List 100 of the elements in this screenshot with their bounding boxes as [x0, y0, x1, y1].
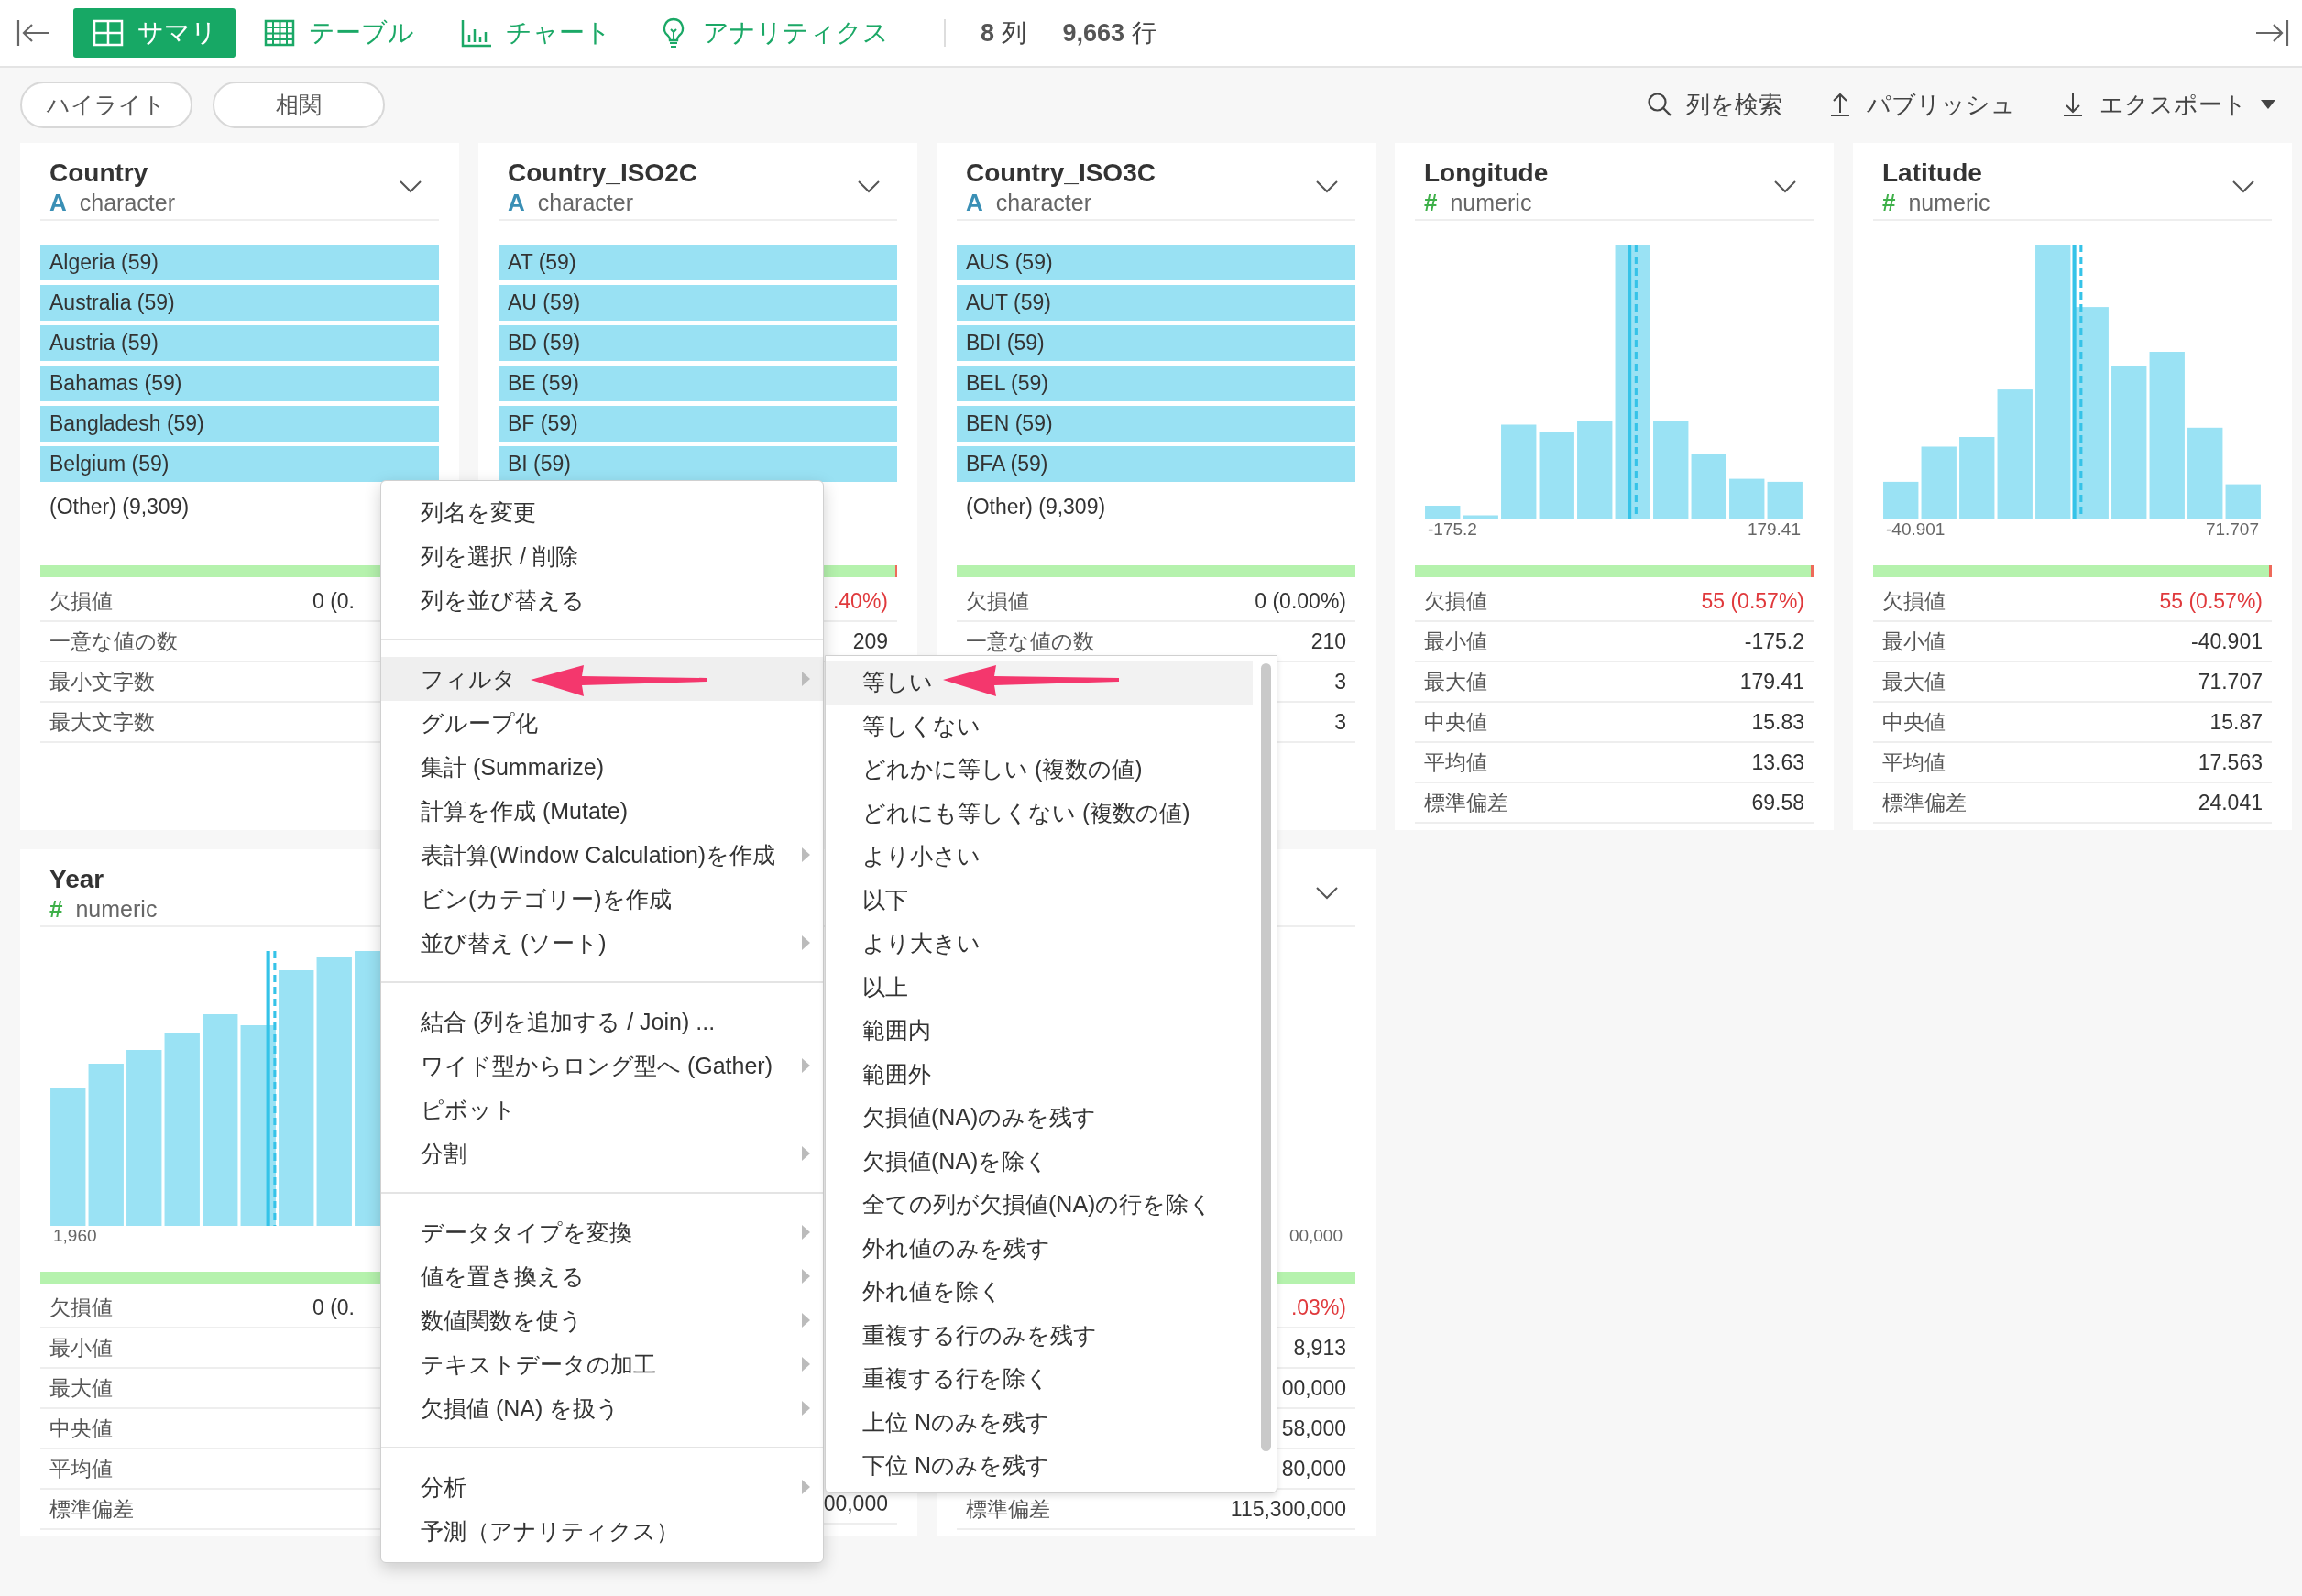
- menu-item[interactable]: 数値関数を使う: [381, 1298, 823, 1342]
- stat-value: 3: [1334, 709, 1346, 735]
- stat-label: 中央値: [49, 1415, 113, 1442]
- stat-label: 欠損値: [49, 1294, 113, 1321]
- category-bar: BEL (59): [957, 366, 1355, 401]
- menu-item[interactable]: 分析: [381, 1465, 823, 1509]
- menu-item[interactable]: 範囲内: [826, 1009, 1253, 1053]
- menu-item[interactable]: 列を並び替える: [381, 578, 823, 622]
- menu-item[interactable]: 外れ値のみを残す: [826, 1226, 1253, 1270]
- type-icon: #: [49, 895, 63, 923]
- category-bar: BFA (59): [957, 446, 1355, 482]
- menu-item[interactable]: グループ化: [381, 701, 823, 745]
- toolbar-button[interactable]: エクスポート: [2054, 87, 2282, 122]
- histogram-bar: [1425, 506, 1461, 519]
- menu-item[interactable]: 等しい: [826, 661, 1253, 705]
- stat-label: 最小値: [49, 1334, 113, 1361]
- menu-item[interactable]: 計算を作成 (Mutate): [381, 789, 823, 833]
- chevron-down-icon[interactable]: [1315, 886, 1339, 901]
- category-bar: Australia (59): [40, 285, 439, 321]
- histogram-bar: [2225, 484, 2261, 519]
- menu-item[interactable]: 予測（アナリティクス）: [381, 1509, 823, 1553]
- chevron-down-icon[interactable]: [399, 180, 422, 194]
- histogram-bar: [1463, 515, 1498, 519]
- stat-label: 最小値: [1882, 628, 1946, 655]
- axis-label: -40.901: [1886, 519, 1946, 541]
- stat-value: 8,913: [1293, 1335, 1346, 1361]
- stat-value: 210: [1310, 629, 1346, 654]
- menu-item[interactable]: より小さい: [826, 835, 1253, 879]
- filter-pill[interactable]: 相関: [213, 81, 385, 128]
- menu-item[interactable]: 重複する行を除く: [826, 1357, 1253, 1401]
- menu-item[interactable]: 欠損値(NA)を除く: [826, 1139, 1253, 1183]
- menu-item[interactable]: データタイプを変換: [381, 1210, 823, 1254]
- menu-item[interactable]: 集計 (Summarize): [381, 745, 823, 789]
- stat-value: 24.041: [2198, 790, 2263, 815]
- menu-item[interactable]: ビン(カテゴリー)を作成: [381, 877, 823, 921]
- stat-value: .40%): [832, 588, 888, 614]
- menu-item[interactable]: 重複する行のみを残す: [826, 1313, 1253, 1357]
- axis-label: 00,000: [1288, 1226, 1343, 1247]
- menu-item[interactable]: 結合 (列を追加する / Join) ...: [381, 1000, 823, 1044]
- menu-item[interactable]: ピボット: [381, 1088, 823, 1131]
- category-bar: AUS (59): [957, 245, 1355, 280]
- stat-value: 55 (0.57%): [2159, 588, 2263, 614]
- chevron-down-icon[interactable]: [2231, 180, 2255, 194]
- stat-value: -40.901: [2191, 629, 2263, 654]
- chevron-down-icon[interactable]: [1315, 180, 1339, 194]
- histogram-bar: [1691, 454, 1726, 519]
- histogram-bar: [1767, 481, 1803, 519]
- chevron-down-icon[interactable]: [1773, 180, 1797, 194]
- stat-value: 00,000: [823, 1491, 888, 1516]
- column-name: Latitude: [1882, 158, 1983, 189]
- menu-item[interactable]: 値を置き換える: [381, 1254, 823, 1298]
- type-icon: A: [49, 189, 67, 216]
- menu-item[interactable]: どれかに等しい (複数の値): [826, 748, 1253, 792]
- column-name: Country: [49, 158, 149, 189]
- menu-item[interactable]: テキストデータの加工: [381, 1342, 823, 1386]
- stat-value: 69.58: [1751, 790, 1804, 815]
- filter-pill[interactable]: ハイライト: [20, 81, 192, 128]
- menu-item[interactable]: 以下: [826, 878, 1253, 922]
- column-type: character: [995, 189, 1091, 216]
- chevron-down-icon[interactable]: [857, 180, 881, 194]
- menu-item[interactable]: 以上: [826, 965, 1253, 1009]
- category-bar: BI (59): [499, 446, 897, 482]
- menu-item[interactable]: 全ての列が欠損値(NA)の行を除く: [826, 1183, 1253, 1227]
- menu-item[interactable]: 列を選択 / 削除: [381, 534, 823, 578]
- toolbar-button[interactable]: パブリッシュ: [1821, 87, 2021, 122]
- stat-label: 一意な値の数: [49, 628, 178, 655]
- scrollbar[interactable]: [1261, 663, 1271, 1451]
- stat-value: 15.83: [1751, 709, 1804, 735]
- menu-item[interactable]: 分割: [381, 1131, 823, 1175]
- stat-label: 最大文字数: [49, 708, 155, 736]
- menu-item[interactable]: 等しくない: [826, 704, 1253, 748]
- axis-label: -175.2: [1428, 519, 1477, 541]
- type-icon: #: [1424, 189, 1438, 216]
- stat-label: 欠損値: [49, 587, 113, 615]
- column-type: character: [79, 189, 175, 216]
- type-icon: A: [508, 189, 525, 216]
- menu-item[interactable]: 欠損値(NA)のみを残す: [826, 1096, 1253, 1140]
- menu-item[interactable]: 並び替え (ソート): [381, 921, 823, 965]
- menu-item[interactable]: 欠損値 (NA) を扱う: [381, 1386, 823, 1430]
- menu-item[interactable]: より大きい: [826, 922, 1253, 966]
- menu-item[interactable]: 上位 Nのみを残す: [826, 1400, 1253, 1444]
- menu-item[interactable]: 列名を変更: [381, 490, 823, 534]
- stat-label: 欠損値: [966, 587, 1029, 615]
- menu-item[interactable]: 下位 Nのみを残す: [826, 1444, 1253, 1488]
- stat-value: .03%): [1290, 1295, 1346, 1320]
- stat-label: 標準偏差: [1882, 789, 1967, 816]
- stat-label: 欠損値: [1882, 587, 1946, 615]
- stat-value: 209: [852, 629, 888, 654]
- histogram-bar: [1883, 481, 1919, 519]
- menu-item[interactable]: 表計算(Window Calculation)を作成: [381, 833, 823, 877]
- menu-item[interactable]: 範囲外: [826, 1052, 1253, 1096]
- stat-label: 最大値: [49, 1374, 113, 1402]
- toolbar-button[interactable]: 列を検索: [1640, 87, 1788, 122]
- stat-label: 平均値: [1882, 749, 1946, 776]
- axis-label: 71.707: [2205, 519, 2259, 541]
- menu-item[interactable]: フィルタ: [381, 657, 823, 701]
- menu-item[interactable]: どれにも等しくない (複数の値): [826, 791, 1253, 835]
- stat-value: -175.2: [1744, 629, 1804, 654]
- menu-item[interactable]: ワイド型からロング型へ (Gather): [381, 1044, 823, 1088]
- menu-item[interactable]: 外れ値を除く: [826, 1270, 1253, 1314]
